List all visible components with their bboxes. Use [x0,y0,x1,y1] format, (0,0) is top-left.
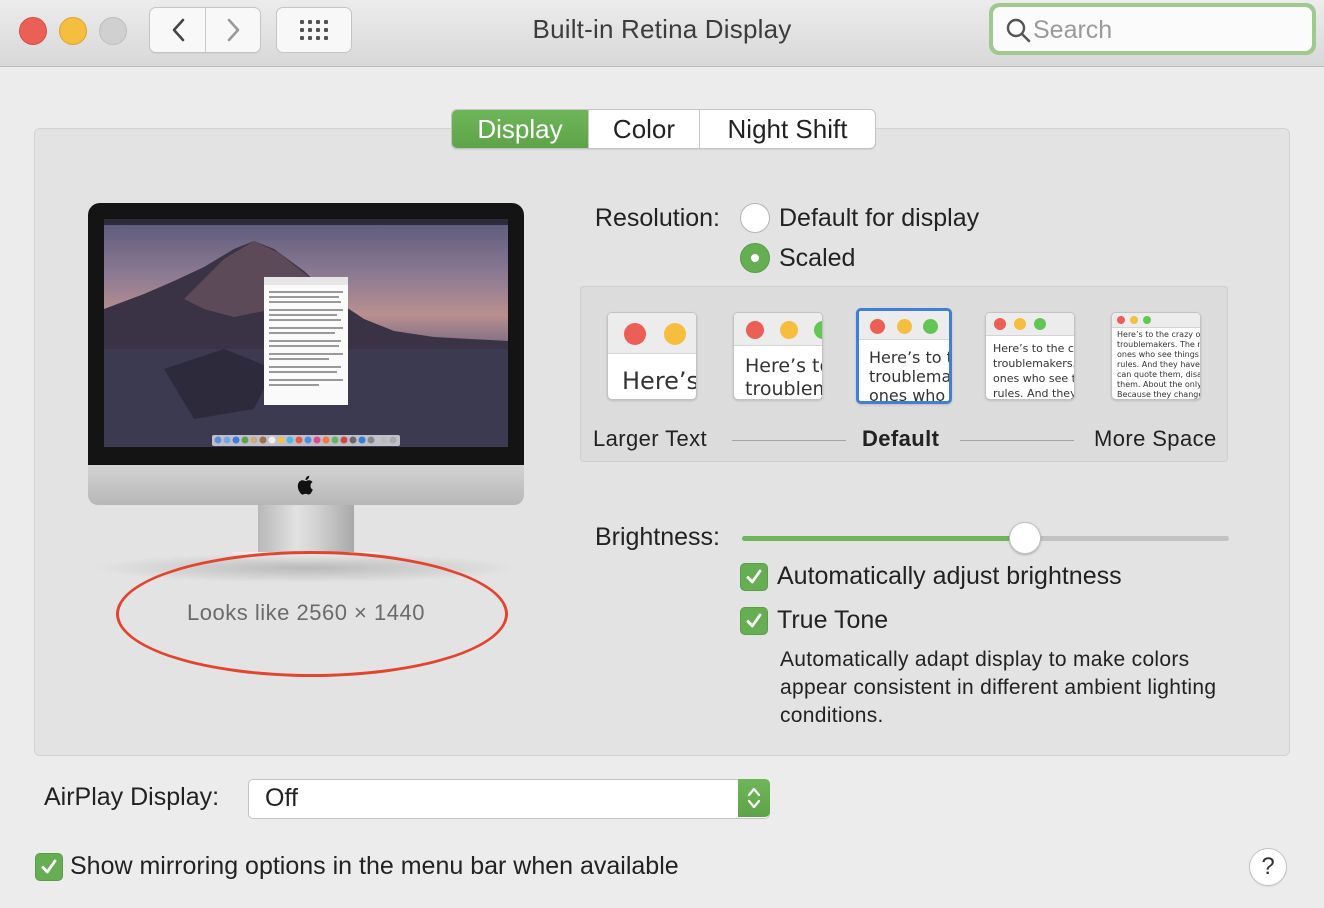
zoom-window-button[interactable] [99,17,127,45]
help-button[interactable]: ? [1249,848,1287,886]
airplay-display-select[interactable]: Off [248,779,770,819]
thumbnail-text: Here’s to t troublema ones who [869,348,952,404]
title-bar: Built-in Retina Display Search [0,0,1324,67]
select-stepper[interactable] [738,779,770,817]
navigation-buttons [149,7,261,53]
brightness-slider-fill [742,536,1025,541]
scale-option-1[interactable]: Here’s [607,312,697,400]
radio-scaled-label[interactable]: Scaled [779,244,855,273]
airplay-display-label: AirPlay Display: [44,783,220,811]
mirroring-options-checkbox[interactable] [35,853,63,881]
imac-stand [258,505,354,557]
minimize-window-button[interactable] [59,17,87,45]
scale-option-5[interactable]: Here’s to the crazy one troublemakers. T… [1111,312,1201,400]
scale-caption-default: Default [862,426,940,451]
annotation-ellipse [116,551,508,677]
radio-default-for-display[interactable] [740,203,770,233]
scale-caption-larger-text: Larger Text [593,426,708,451]
checkmark-icon [746,569,762,584]
airplay-display-value: Off [265,784,298,812]
tab-bar: Display Color Night Shift [451,109,876,149]
auto-brightness-checkbox[interactable] [740,563,768,591]
scale-line-left [732,440,846,441]
tab-color[interactable]: Color [588,110,699,148]
grid-icon [300,20,328,40]
thumbnail-titlebar [1112,313,1200,328]
thumbnail-text: Here’s to the cr troublemakers. ones who… [993,342,1075,400]
thumbnail-text: Here’s to the crazy one troublemakers. T… [1117,330,1201,399]
radio-default-for-display-label[interactable]: Default for display [779,204,979,233]
brightness-label: Brightness: [594,523,720,551]
checkmark-icon [746,613,762,628]
window-title: Built-in Retina Display [532,14,792,44]
thumbnail-titlebar [608,313,696,354]
checkmark-icon [41,859,57,874]
chevron-left-icon [172,18,184,42]
true-tone-description: Automatically adapt display to make colo… [780,648,1217,727]
search-placeholder: Search [1033,16,1113,44]
scale-option-4[interactable]: Here’s to the cr troublemakers. ones who… [985,312,1075,400]
search-field-focus-ring: Search [989,3,1316,55]
scale-line-right [960,440,1074,441]
mirroring-options-label[interactable]: Show mirroring options in the menu bar w… [70,852,679,881]
thumbnail-text: Here’s [622,367,697,395]
radio-scaled[interactable] [740,243,770,273]
up-down-chevron-icon [747,787,761,809]
island-illustration [104,219,508,447]
scale-caption-more-space: More Space [1094,426,1217,451]
scale-option-2[interactable]: Here’s to troublem [733,312,823,400]
desktop-wallpaper-preview [104,219,508,447]
apple-logo-icon [297,475,313,495]
back-button[interactable] [150,8,205,52]
true-tone-checkbox[interactable] [740,607,768,635]
tab-night-shift[interactable]: Night Shift [699,110,875,148]
tab-display[interactable]: Display [452,110,588,148]
close-window-button[interactable] [19,17,47,45]
thumbnail-titlebar [734,313,822,346]
thumbnail-titlebar [859,311,949,340]
search-icon [1006,18,1031,43]
thumbnail-text: Here’s to troublem [745,355,823,400]
resolution-label: Resolution: [594,204,720,232]
true-tone-label[interactable]: True Tone [777,606,888,635]
scale-option-3-default[interactable]: Here’s to t troublema ones who [856,308,952,404]
thumbnail-titlebar [986,313,1074,336]
auto-brightness-label[interactable]: Automatically adjust brightness [777,562,1122,591]
chevron-right-icon [227,18,239,42]
forward-button[interactable] [206,8,261,52]
show-all-button[interactable] [276,7,352,53]
search-input[interactable]: Search [993,7,1312,51]
